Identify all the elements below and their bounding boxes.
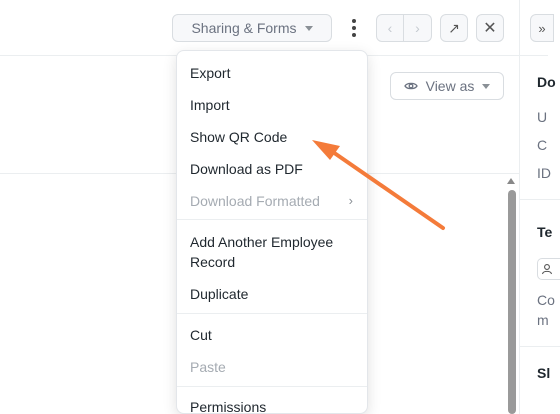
scrollbar-thumb[interactable]: [508, 190, 516, 414]
eye-icon: [403, 82, 418, 90]
app-window: Sharing & Forms ‹ › ↗ ✕ » View as Do U C…: [0, 0, 560, 414]
menu-item-permissions[interactable]: Permissions: [177, 397, 367, 413]
double-chevron-right-icon: »: [538, 20, 546, 36]
menu-item-download-formatted[interactable]: Download Formatted ›: [177, 191, 367, 211]
chevron-right-icon: ›: [348, 193, 353, 208]
menu-divider: [177, 219, 367, 220]
view-as-label: View as: [425, 78, 475, 94]
close-button[interactable]: ✕: [476, 14, 504, 42]
sidebar-divider: [519, 0, 520, 414]
menu-item-label: Download Formatted: [190, 193, 320, 209]
menu-item-duplicate[interactable]: Duplicate: [177, 284, 367, 304]
menu-item-show-qr-code[interactable]: Show QR Code: [177, 127, 367, 147]
side-panel-divider: [520, 346, 560, 347]
expand-sidebar-button[interactable]: »: [530, 14, 554, 42]
assign-user-button[interactable]: [537, 258, 560, 280]
menu-item-label-line2: Record: [190, 254, 236, 270]
menu-divider: [177, 386, 367, 387]
open-in-new-button[interactable]: ↗: [440, 14, 468, 42]
menu-item-export[interactable]: Export: [177, 63, 367, 83]
chevron-down-icon: [482, 83, 491, 89]
kebab-menu-icon[interactable]: [342, 14, 366, 42]
external-link-icon: ↗: [448, 19, 460, 36]
side-panel-line: m: [537, 312, 549, 328]
view-as-button[interactable]: View as: [390, 72, 504, 100]
actions-dropdown-menu: Export Import Show QR Code Download as P…: [176, 50, 368, 414]
menu-item-download-pdf[interactable]: Download as PDF: [177, 159, 367, 179]
menu-item-cut[interactable]: Cut: [177, 325, 367, 345]
user-icon: [541, 264, 553, 275]
side-panel-line: Co: [537, 292, 555, 308]
menu-item-import[interactable]: Import: [177, 95, 367, 115]
menu-divider: [177, 313, 367, 314]
close-icon: ✕: [483, 20, 497, 37]
side-panel-divider: [520, 199, 560, 200]
scroll-up-arrow-icon[interactable]: [507, 178, 515, 184]
next-record-button[interactable]: ›: [404, 14, 432, 42]
chevron-right-icon: ›: [415, 20, 420, 36]
chevron-left-icon: ‹: [387, 20, 393, 36]
form-toolbar: Sharing & Forms ‹ › ↗ ✕ »: [0, 0, 554, 56]
side-panel-heading: Te: [537, 224, 553, 240]
menu-item-label-line1: Add Another Employee: [190, 234, 334, 250]
side-panel-line: ID: [537, 165, 551, 181]
side-panel-heading: Do: [537, 74, 556, 90]
side-panel-heading: Sl: [537, 365, 551, 381]
sharing-forms-label: Sharing & Forms: [191, 20, 297, 36]
sharing-forms-button[interactable]: Sharing & Forms: [172, 14, 332, 42]
menu-item-add-another-employee-record[interactable]: Add Another Employee Record: [177, 232, 367, 272]
side-panel-line: C: [537, 137, 548, 153]
menu-item-paste[interactable]: Paste: [177, 357, 367, 377]
previous-record-button[interactable]: ‹: [376, 14, 404, 42]
side-panel-line: U: [537, 109, 548, 125]
chevron-down-icon: [304, 25, 313, 31]
